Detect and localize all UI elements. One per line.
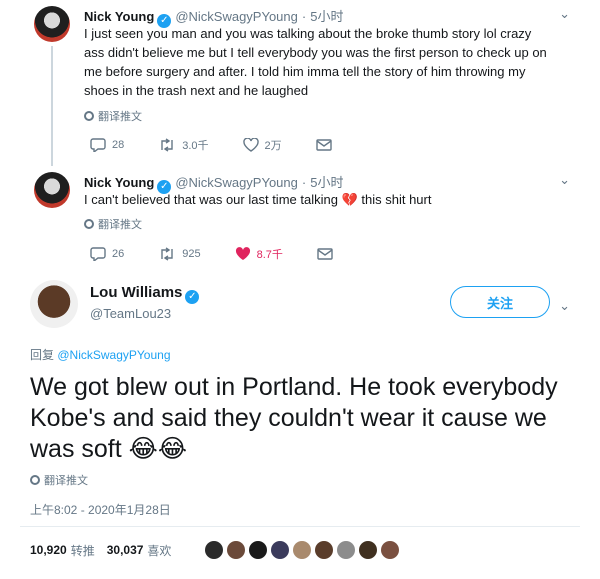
timestamp[interactable]: 5小时 — [310, 175, 343, 190]
envelope-icon — [317, 248, 333, 260]
liker-avatar[interactable] — [227, 541, 246, 559]
liker-avatar[interactable] — [205, 541, 224, 559]
reply-prefix: 回复 — [30, 348, 55, 362]
liker-avatars — [205, 541, 400, 559]
tweet-text-body: We got blew out in Portland. He took eve… — [30, 373, 558, 463]
tweet-text: We got blew out in Portland. He took eve… — [30, 372, 575, 465]
retweet-count: 925 — [182, 248, 201, 260]
tweet-1[interactable]: Nick Young ✓ @NickSwagyPYoung · 5小时 ⌄ I just… — [0, 0, 600, 166]
engagement-stats: 10,920 转推 30,037 喜欢 — [30, 541, 400, 559]
chevron-down-icon[interactable]: ⌄ — [559, 298, 570, 314]
like-button[interactable]: 2万 — [242, 137, 282, 153]
reply-handle-link[interactable]: @NickSwagyPYoung — [57, 348, 170, 362]
reply-count: 26 — [112, 248, 125, 260]
laughing-emoji-icon: 😂😂 — [128, 435, 188, 463]
likes-count[interactable]: 30,037 — [107, 543, 144, 557]
avatar[interactable] — [30, 280, 78, 328]
translate-link[interactable]: 翻译推文 — [84, 216, 142, 232]
user-handle[interactable]: @NickSwagyPYoung — [175, 175, 298, 190]
chevron-down-icon[interactable]: ⌄ — [559, 6, 570, 22]
follow-button[interactable]: 关注 — [450, 286, 550, 318]
timestamp[interactable]: 上午8:02 - 2020年1月28日 — [30, 501, 171, 518]
globe-icon — [84, 219, 94, 229]
verified-icon: ✓ — [185, 290, 200, 304]
like-count: 8.7千 — [256, 249, 283, 261]
retweets-label[interactable]: 转推 — [71, 542, 95, 559]
liker-avatar[interactable] — [359, 541, 378, 559]
envelope-icon — [315, 139, 332, 151]
avatar[interactable] — [34, 6, 70, 42]
action-bar: 26 925 8.7千 — [90, 246, 367, 262]
tweet-2[interactable]: Nick Young ✓ @NickSwagyPYoung · 5小时 ⌄ I can'… — [0, 166, 600, 266]
retweets-count[interactable]: 10,920 — [30, 543, 67, 557]
user-name[interactable]: Nick Young — [84, 175, 154, 190]
retweet-button[interactable]: 3.0千 — [158, 137, 209, 153]
reply-context: 回复 @NickSwagyPYoung — [30, 346, 171, 363]
globe-icon — [30, 475, 40, 485]
chevron-down-icon[interactable]: ⌄ — [559, 172, 570, 188]
reply-button[interactable]: 28 — [90, 138, 124, 152]
user-handle[interactable]: @NickSwagyPYoung — [175, 9, 298, 24]
reply-button[interactable]: 26 — [90, 247, 124, 261]
like-count: 2万 — [264, 140, 282, 152]
reply-icon — [90, 247, 106, 261]
tweet-text: I can't believed that was our last time … — [84, 190, 554, 209]
divider — [20, 526, 580, 527]
action-bar: 28 3.0千 2万 — [90, 137, 366, 153]
translate-label: 翻译推文 — [98, 111, 142, 123]
translate-label: 翻译推文 — [44, 475, 88, 487]
thread-line — [51, 46, 53, 166]
globe-icon — [84, 111, 94, 121]
liker-avatar[interactable] — [337, 541, 356, 559]
likes-label[interactable]: 喜欢 — [147, 542, 171, 559]
user-handle[interactable]: @TeamLou23 — [90, 306, 171, 321]
liker-avatar[interactable] — [271, 541, 290, 559]
dm-button[interactable] — [315, 139, 332, 151]
heart-icon — [242, 138, 259, 152]
broken-heart-icon: 💔 — [341, 192, 358, 207]
user-name[interactable]: Nick Young — [84, 9, 154, 24]
avatar[interactable] — [34, 172, 70, 208]
reply-count: 28 — [112, 139, 125, 151]
reply-icon — [90, 138, 106, 152]
tweet-text: I just seen you man and you was talking … — [84, 26, 547, 98]
translate-link[interactable]: 翻译推文 — [84, 108, 142, 124]
translate-label: 翻译推文 — [98, 219, 142, 231]
liker-avatar[interactable] — [381, 541, 400, 559]
translate-link[interactable]: 翻译推文 — [30, 472, 88, 488]
timestamp[interactable]: 5小时 — [310, 9, 343, 24]
user-name[interactable]: Lou Williams — [90, 284, 182, 301]
retweet-icon — [158, 247, 176, 261]
retweet-icon — [158, 138, 176, 152]
dm-button[interactable] — [317, 248, 333, 260]
liker-avatar[interactable] — [249, 541, 268, 559]
like-button[interactable]: 8.7千 — [235, 246, 283, 262]
retweet-button[interactable]: 925 — [158, 247, 201, 261]
tweet-text-after: this shit hurt — [361, 192, 432, 207]
liker-avatar[interactable] — [315, 541, 334, 559]
heart-filled-icon — [235, 247, 251, 261]
tweet-text-before: I can't believed that was our last time … — [84, 192, 338, 207]
liker-avatar[interactable] — [293, 541, 312, 559]
retweet-count: 3.0千 — [182, 140, 209, 152]
